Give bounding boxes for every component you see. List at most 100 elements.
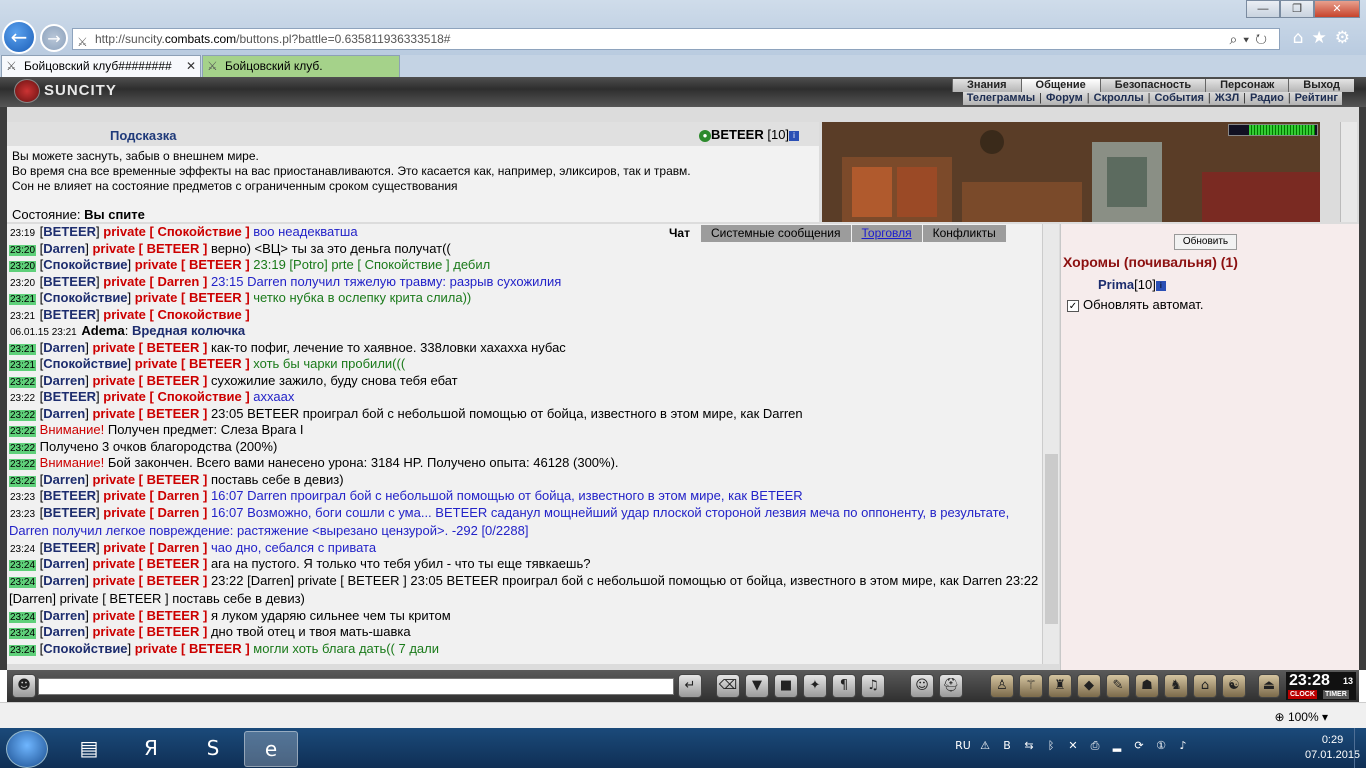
smile-head-icon[interactable]: ☻	[12, 674, 36, 698]
private-marker[interactable]: private [ BETEER ]	[135, 257, 250, 272]
chat-time[interactable]: 23:22	[9, 459, 37, 470]
close-button[interactable]: ✕	[1314, 0, 1360, 18]
chat-recipient[interactable]: BETEER	[189, 290, 242, 305]
tab-system-messages[interactable]: Системные сообщения	[700, 225, 851, 242]
chat-recipient[interactable]: Спокойствие	[157, 389, 241, 404]
chat-sender[interactable]: Darren	[43, 406, 85, 421]
timer-label[interactable]: TIMER	[1323, 690, 1349, 699]
private-marker[interactable]: private [ BETEER ]	[135, 641, 250, 656]
private-marker[interactable]: private [ BETEER ]	[92, 241, 207, 256]
chat-time[interactable]: 23:24	[9, 628, 37, 639]
private-marker[interactable]: private [ BETEER ]	[92, 373, 207, 388]
submenu-radio[interactable]: Радио	[1246, 92, 1288, 105]
chat-sender[interactable]: BETEER	[43, 540, 96, 555]
show-desktop-button[interactable]	[1354, 728, 1366, 768]
chat-sender[interactable]: BETEER	[43, 488, 96, 503]
chat-sender[interactable]: BETEER	[43, 389, 96, 404]
chat-time[interactable]: 23:22	[9, 409, 37, 421]
private-marker[interactable]: private [ Darren ]	[103, 505, 207, 520]
private-marker[interactable]: private [ BETEER ]	[92, 472, 207, 487]
explorer-icon[interactable]: ▤	[62, 731, 116, 767]
figure-icon[interactable]: ✦	[803, 674, 827, 698]
clock-label[interactable]: CLOCK	[1288, 690, 1317, 699]
send-icon[interactable]: ↵	[678, 674, 702, 698]
scroll-lock-icon[interactable]: ■	[774, 674, 798, 698]
character-icon[interactable]: ♙	[990, 674, 1014, 698]
chat-sender[interactable]: BETEER	[43, 274, 96, 289]
dropdown-icon[interactable]: ▾	[1243, 31, 1255, 47]
room-scrollbar[interactable]	[1340, 122, 1357, 222]
bluetooth-icon[interactable]: ᛒ	[1043, 738, 1059, 754]
volume-mute-icon[interactable]: ✕	[1065, 738, 1081, 754]
private-marker[interactable]: private [ BETEER ]	[92, 556, 207, 571]
private-marker[interactable]: private [ Спокойствие ]	[103, 224, 249, 239]
home-icon[interactable]: ⌂	[1293, 28, 1312, 48]
chat-time[interactable]: 23:20	[9, 278, 36, 289]
chat-time[interactable]: 23:21	[9, 343, 37, 355]
private-marker[interactable]: private [ BETEER ]	[92, 624, 207, 639]
private-marker[interactable]: private [ BETEER ]	[135, 356, 250, 371]
helmet-icon[interactable]: ⛑	[939, 674, 963, 698]
chat-sender[interactable]: BETEER	[43, 307, 96, 322]
lang-indicator[interactable]: RU	[955, 738, 971, 754]
tab-chat[interactable]: Чат	[659, 225, 700, 242]
chat-time[interactable]: 23:20	[9, 261, 37, 272]
tab-active[interactable]: ⚔ Бойцовский клуб######## ✕	[1, 55, 201, 77]
sync-icon[interactable]: ⟳	[1131, 738, 1147, 754]
translit-icon[interactable]: ¶	[832, 674, 856, 698]
tab-conflicts[interactable]: Конфликты	[922, 225, 1006, 242]
submenu-forum[interactable]: Форум	[1042, 92, 1087, 105]
shop-icon[interactable]: ⌂	[1193, 674, 1217, 698]
chat-time[interactable]: 23:24	[9, 560, 37, 571]
submenu-events[interactable]: События	[1150, 92, 1207, 105]
chat-recipient[interactable]: BETEER	[147, 624, 200, 639]
chat-time[interactable]: 23:19	[9, 228, 36, 239]
player-name[interactable]: BETEER	[711, 127, 764, 142]
sound-icon[interactable]: ♫	[861, 674, 885, 698]
chat-recipient[interactable]: BETEER	[147, 608, 200, 623]
chat-sender[interactable]: Darren	[43, 573, 85, 588]
submenu-telegrams[interactable]: Телеграммы	[963, 92, 1039, 105]
chat-scrollbar[interactable]	[1042, 224, 1059, 664]
auto-refresh-checkbox[interactable]: ✓	[1067, 300, 1079, 312]
maximize-button[interactable]: ❐	[1280, 0, 1314, 18]
chat-recipient[interactable]: Спокойствие	[157, 307, 241, 322]
settings-gear-icon[interactable]: ⚙	[1335, 28, 1358, 48]
chat-input[interactable]	[38, 678, 674, 695]
chat-recipient[interactable]: Darren	[157, 540, 199, 555]
people-icon[interactable]: ☯	[1222, 674, 1246, 698]
chat-time[interactable]: 23:22	[9, 475, 37, 487]
notification-icon[interactable]: ①	[1153, 738, 1169, 754]
tab-inactive[interactable]: ⚔ Бойцовский клуб.	[202, 55, 400, 77]
chat-recipient[interactable]: Спокойствие	[157, 224, 241, 239]
chat-recipient[interactable]: BETEER	[147, 241, 200, 256]
mask-icon[interactable]: ☗	[1135, 674, 1159, 698]
minimize-button[interactable]: —	[1246, 0, 1280, 18]
chat-time[interactable]: 23:21	[9, 360, 37, 371]
chat-recipient[interactable]: BETEER	[189, 356, 242, 371]
chat-sender[interactable]: Спокойствие	[43, 257, 127, 272]
filter-icon[interactable]: ▼	[745, 674, 769, 698]
printer-icon[interactable]: ⎙	[1087, 738, 1103, 754]
private-marker[interactable]: private [ Darren ]	[103, 274, 207, 289]
chat-recipient[interactable]: BETEER	[147, 373, 200, 388]
chat-time[interactable]: 23:24	[9, 576, 37, 588]
start-button[interactable]	[6, 730, 48, 768]
zoom-level[interactable]: ⊕ 100% ▾	[1275, 710, 1328, 724]
scroll-thumb[interactable]	[1045, 454, 1058, 624]
chat-recipient[interactable]: BETEER	[147, 406, 200, 421]
smiley-icon[interactable]: ☺	[910, 674, 934, 698]
info-icon[interactable]: i	[789, 130, 800, 141]
private-marker[interactable]: private [ Darren ]	[103, 540, 207, 555]
chat-sender[interactable]: Darren	[43, 340, 85, 355]
chat-recipient[interactable]: Darren	[157, 274, 199, 289]
chat-sender[interactable]: BETEER	[43, 224, 96, 239]
chat-recipient[interactable]: Darren	[157, 505, 199, 520]
chat-time[interactable]: 06.01.15 23:21	[9, 327, 78, 338]
menu-exit[interactable]: Выход	[1288, 79, 1354, 92]
skype-icon[interactable]: S	[186, 731, 240, 767]
chat-recipient[interactable]: BETEER	[147, 340, 200, 355]
info-icon[interactable]: i	[1155, 280, 1166, 291]
address-bar[interactable]: ⚔ http://suncity.combats.com/buttons.pl?…	[72, 28, 1280, 50]
yandex-icon[interactable]: Я	[124, 731, 178, 767]
